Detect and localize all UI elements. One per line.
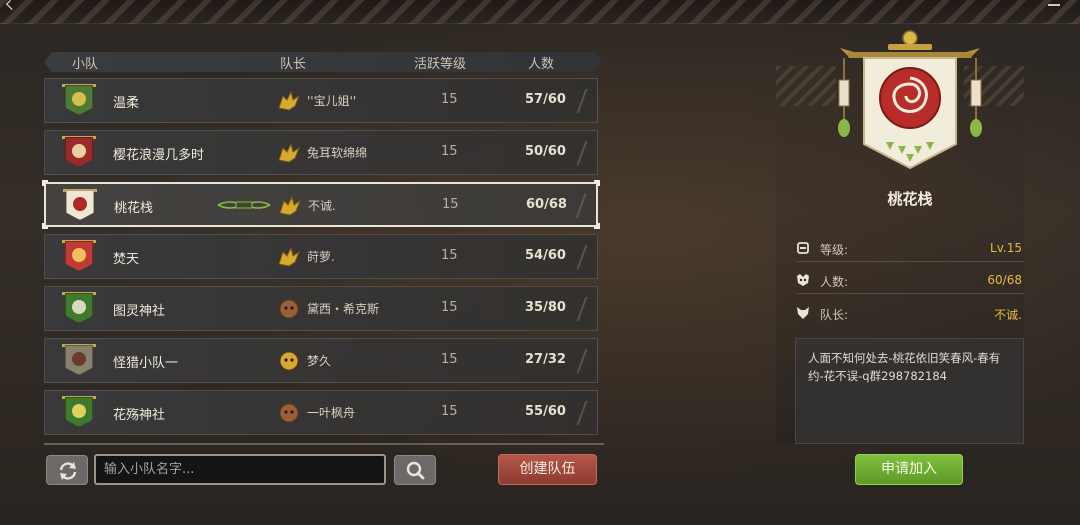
team-name: 图灵神社	[113, 304, 166, 319]
minimize-icon[interactable]	[1048, 4, 1060, 6]
header-activity-level: 活跃等级	[414, 57, 467, 72]
gold-dragon-icon	[278, 246, 301, 267]
header-member-count: 人数	[528, 57, 555, 72]
stat-leader-value: 不诚.	[994, 308, 1022, 322]
helmet-icon	[797, 242, 809, 254]
activity-level: 15	[442, 197, 459, 212]
back-icon[interactable]	[5, 0, 17, 11]
selection-corner	[42, 223, 48, 229]
header-leader: 队长	[280, 57, 307, 72]
stat-members-value: 60/68	[987, 273, 1022, 287]
row-edge-decoration	[576, 297, 596, 321]
selection-corner	[594, 223, 600, 229]
team-crest-icon	[59, 343, 99, 379]
table-row[interactable]: 樱花浪漫几多时 兔耳软绵绵 15 50/60	[44, 130, 598, 175]
stat-divider	[796, 293, 1024, 294]
table-row[interactable]: 图灵神社 黛西・希克斯 15 35/80	[44, 286, 598, 331]
row-edge-decoration	[576, 401, 596, 425]
leader-name: 莳萝.	[307, 250, 335, 264]
detail-team-name: 桃花栈	[887, 190, 933, 208]
laurel-badge-icon	[217, 201, 271, 209]
stat-members: 人数: 60/68	[796, 270, 1026, 292]
stat-level: 等级: Lv.15	[796, 238, 1026, 260]
team-crest-icon	[59, 395, 99, 431]
member-count: 35/80	[525, 300, 566, 315]
leader-name: 梦久	[307, 354, 332, 368]
row-edge-decoration	[575, 194, 595, 218]
member-count: 55/60	[525, 404, 566, 419]
activity-level: 15	[441, 404, 458, 419]
team-name: 温柔	[113, 96, 140, 111]
stat-leader-label: 队长:	[820, 308, 849, 322]
team-description: 人面不知何处去-桃花依旧笑春风-春有约-花不误-q群298782184	[795, 338, 1024, 444]
team-list-panel: 小队 队长 活跃等级 人数 温柔 ''宝儿姐'' 15 57/60 樱花浪漫几多时 兔耳软…	[42, 52, 604, 444]
leader-name: 黛西・希克斯	[307, 302, 380, 316]
member-count: 54/60	[525, 248, 566, 263]
header-team: 小队	[72, 57, 99, 72]
member-count: 50/60	[525, 144, 566, 159]
list-header: 小队 队长 活跃等级 人数	[44, 52, 602, 72]
activity-level: 15	[441, 248, 458, 263]
team-crest-icon	[60, 188, 100, 224]
table-row[interactable]: 花殇神社 一叶枫舟 15 55/60	[44, 390, 598, 435]
team-name: 樱花浪漫几多时	[113, 148, 205, 163]
stat-level-label: 等级:	[820, 243, 849, 257]
mask-icon	[797, 274, 809, 286]
gold-dragon-icon	[278, 90, 301, 111]
leader-name: ''宝儿姐''	[307, 94, 357, 108]
stat-members-label: 人数:	[820, 275, 849, 289]
search-input[interactable]	[94, 454, 386, 485]
row-edge-decoration	[576, 141, 596, 165]
red-rose-banner-icon	[838, 30, 982, 170]
leader-name: 兔耳软绵绵	[307, 146, 368, 160]
team-name: 焚天	[113, 252, 140, 267]
row-edge-decoration	[576, 245, 596, 269]
member-count: 60/68	[526, 197, 567, 212]
table-row[interactable]: 怪猎小队一 梦久 15 27/32	[44, 338, 598, 383]
refresh-icon	[59, 462, 77, 480]
create-team-button[interactable]: 创建队伍	[498, 454, 597, 485]
stat-divider	[796, 261, 1024, 262]
row-edge-decoration	[576, 349, 596, 373]
activity-level: 15	[441, 144, 458, 159]
selection-corner	[594, 180, 600, 186]
activity-level: 15	[441, 300, 458, 315]
table-row[interactable]: 焚天 莳萝. 15 54/60	[44, 234, 598, 279]
table-row[interactable]: 温柔 ''宝儿姐'' 15 57/60	[44, 78, 598, 123]
wolf-icon	[797, 307, 809, 319]
activity-level: 15	[441, 92, 458, 107]
team-name: 花殇神社	[113, 408, 166, 423]
bronze-beast-icon	[279, 403, 299, 423]
refresh-button[interactable]	[46, 455, 88, 485]
list-divider	[44, 443, 604, 445]
top-decorative-strip	[0, 0, 1080, 24]
member-count: 57/60	[525, 92, 566, 107]
search-button[interactable]	[394, 455, 436, 485]
gold-dragon-icon	[279, 195, 302, 216]
team-crest-icon	[59, 291, 99, 327]
team-crest-icon	[59, 239, 99, 275]
activity-level: 15	[441, 352, 458, 367]
apply-join-button[interactable]: 申请加入	[855, 454, 963, 485]
leader-name: 一叶枫舟	[307, 406, 356, 420]
decorative-band-left	[776, 66, 836, 106]
stat-leader: 队长: 不诚.	[796, 303, 1026, 325]
team-name: 怪猎小队一	[113, 356, 179, 371]
search-icon	[406, 461, 425, 480]
leader-name: 不诚.	[308, 199, 336, 213]
team-crest-icon	[59, 83, 99, 119]
team-name: 桃花栈	[114, 201, 154, 216]
gold-dragon-icon	[278, 142, 301, 163]
table-row[interactable]: 桃花栈 不诚. 15 60/68	[42, 180, 600, 229]
team-crest-icon	[59, 135, 99, 171]
gold-beast-icon	[279, 351, 299, 371]
member-count: 27/32	[525, 352, 566, 367]
row-edge-decoration	[576, 89, 596, 113]
selection-corner	[42, 180, 48, 186]
bronze-beast-icon	[279, 299, 299, 319]
stat-level-value: Lv.15	[990, 241, 1022, 255]
